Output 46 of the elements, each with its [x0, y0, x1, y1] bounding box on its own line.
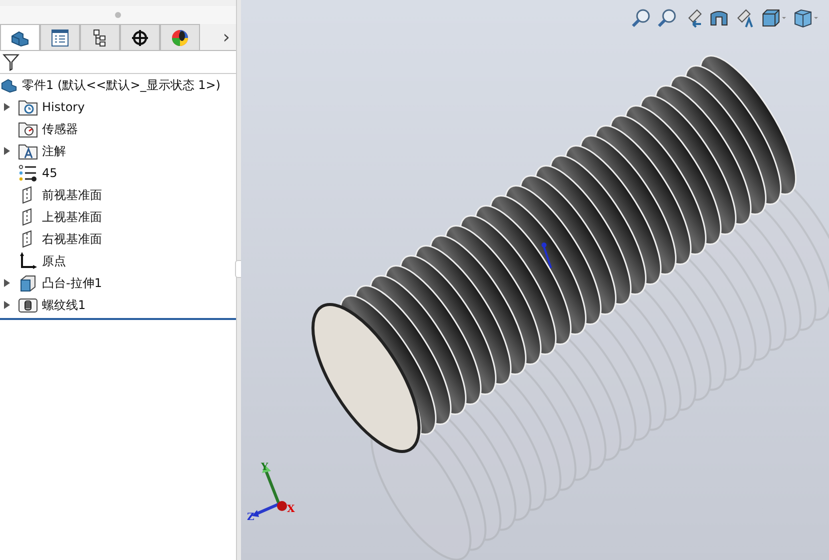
origin-axes-icon	[18, 252, 38, 270]
crosshair-icon	[130, 28, 150, 46]
panel-tab[interactable]	[80, 24, 120, 50]
tree-item-label[interactable]: 螺纹线1	[42, 296, 86, 314]
selected-point-icon	[542, 242, 552, 268]
tree-item-label[interactable]: 右视基准面	[42, 230, 102, 248]
material-list-icon	[18, 164, 38, 182]
expand-arrow-icon[interactable]	[4, 279, 10, 287]
z-axis-label: Z	[247, 512, 254, 523]
shaded-cube-icon[interactable]	[761, 8, 787, 28]
clock-folder-icon	[18, 98, 38, 116]
y-axis-label: Y	[261, 462, 268, 473]
panel-tab[interactable]	[0, 24, 40, 50]
extrude-box-icon	[18, 274, 38, 292]
part-name[interactable]: 零件1 (默认<<默认>_显示状态 1>)	[22, 76, 220, 94]
panel-tab[interactable]	[160, 24, 200, 50]
camera-letter-icon[interactable]	[735, 8, 755, 28]
panel-grip-icon[interactable]	[115, 12, 121, 18]
tree-item-label[interactable]: 上视基准面	[42, 208, 102, 226]
tree-item-label[interactable]: History	[42, 100, 85, 114]
list-icon	[50, 28, 70, 46]
section-view-icon[interactable]	[709, 8, 729, 28]
expand-arrow-icon[interactable]	[4, 301, 10, 309]
filter-icon[interactable]	[2, 53, 20, 71]
part-icon	[10, 28, 30, 46]
x-axis-label: X	[287, 504, 295, 515]
zoom-fit-icon[interactable]	[631, 8, 651, 28]
thread-folder-icon	[18, 296, 38, 314]
panel-tab[interactable]	[120, 24, 160, 50]
expand-arrow-icon[interactable]	[4, 147, 10, 155]
graphics-viewport[interactable]: Y Z X	[241, 0, 829, 560]
gauge-folder-icon	[18, 120, 38, 138]
cube-icon[interactable]	[793, 8, 819, 28]
zoom-area-icon[interactable]	[657, 8, 677, 28]
tab-scroll-arrow[interactable]: ›	[222, 26, 230, 48]
tree-item-label[interactable]: 传感器	[42, 120, 78, 138]
expand-arrow-icon[interactable]	[4, 103, 10, 111]
tree-item-label[interactable]: 注解	[42, 142, 66, 160]
tree-item-label[interactable]: 前视基准面	[42, 186, 102, 204]
color-wheel-icon	[170, 28, 190, 46]
letter-folder-icon	[18, 142, 38, 160]
tree-item-label[interactable]: 凸台-拉伸1	[42, 274, 102, 292]
part-icon	[0, 77, 18, 93]
tree-item-label[interactable]: 原点	[42, 252, 66, 270]
panel-tab[interactable]	[40, 24, 80, 50]
tree-item-label[interactable]: 45	[42, 166, 58, 180]
